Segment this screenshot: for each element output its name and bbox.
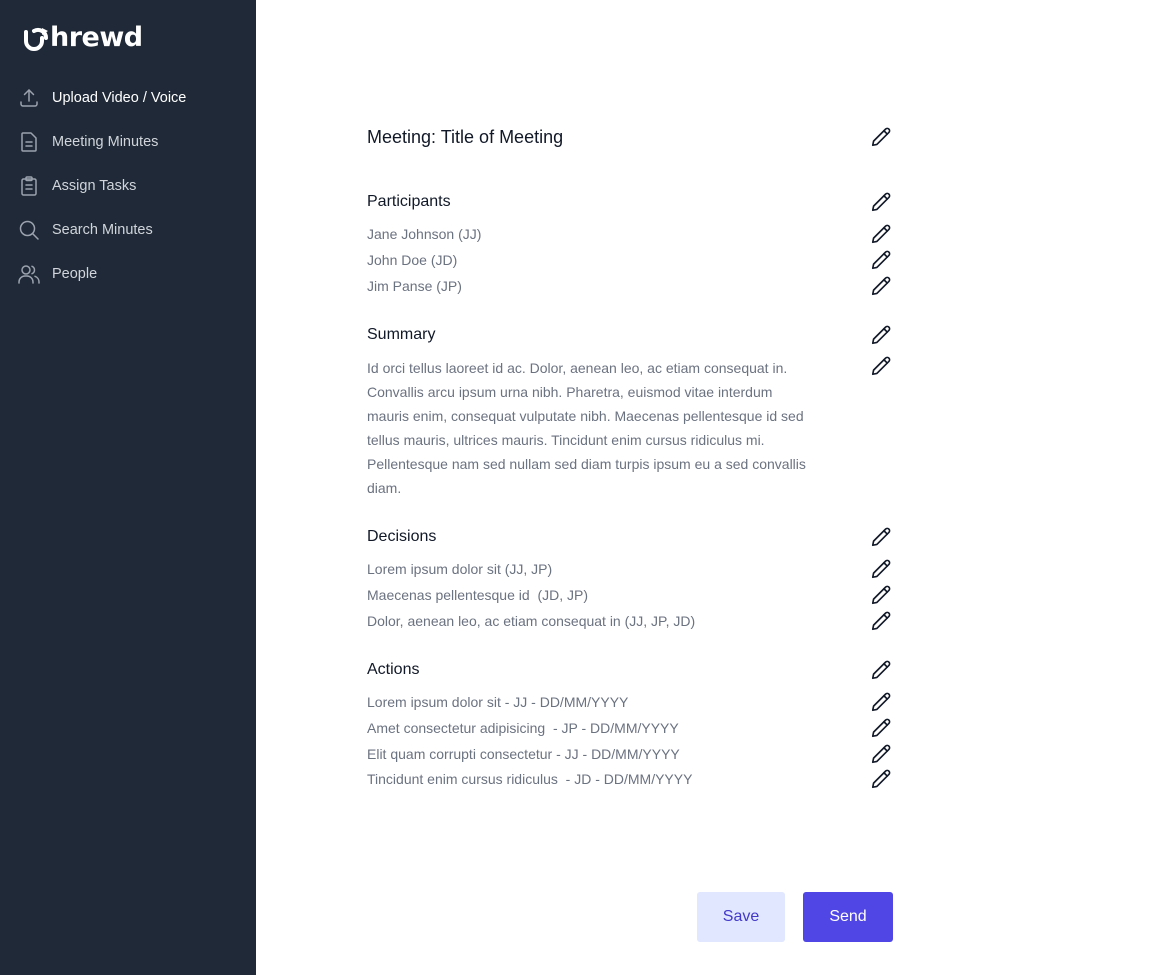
save-button[interactable]: Save [697, 892, 785, 942]
pencil-icon [871, 660, 891, 680]
pencil-icon [871, 744, 891, 764]
edit-decisions-button[interactable] [870, 526, 892, 548]
action-text: Tincidunt enim cursus ridiculus - JD - D… [367, 771, 693, 787]
logo-mark-icon [24, 27, 49, 51]
sidebar-item-meeting-minutes[interactable]: Meeting Minutes [16, 122, 240, 162]
participants-heading: Participants [367, 193, 451, 210]
sidebar-item-search-minutes[interactable]: Search Minutes [16, 210, 240, 250]
action-text: Elit quam corrupti consectetur - JJ - DD… [367, 746, 680, 762]
participant-name: John Doe (JD) [367, 252, 458, 268]
pencil-icon [871, 769, 891, 789]
list-item: Jim Panse (JP) [367, 278, 893, 296]
list-item: Tincidunt enim cursus ridiculus - JD - D… [367, 771, 893, 789]
decisions-heading: Decisions [367, 528, 437, 545]
edit-participant-button[interactable] [870, 223, 892, 245]
meeting-title: Meeting: Title of Meeting [367, 127, 564, 147]
list-item: Elit quam corrupti consectetur - JJ - DD… [367, 746, 893, 764]
sidebar-item-label: Assign Tasks [52, 178, 137, 194]
participants-heading-row: Participants [367, 193, 893, 211]
decision-text: Maecenas pellentesque id (JD, JP) [367, 587, 588, 603]
list-item: John Doe (JD) [367, 252, 893, 270]
participant-name: Jim Panse (JP) [367, 278, 462, 294]
edit-decision-button[interactable] [870, 610, 892, 632]
list-item: Jane Johnson (JJ) [367, 226, 893, 244]
summary-heading-row: Summary [367, 326, 893, 344]
edit-title-button[interactable] [870, 126, 892, 148]
action-text: Amet consectetur adipisicing - JP - DD/M… [367, 720, 679, 736]
meeting-title-row: Meeting: Title of Meeting [367, 127, 893, 148]
send-button[interactable]: Send [803, 892, 893, 942]
edit-decision-button[interactable] [870, 558, 892, 580]
sidebar: hrewd Upload Video / Voice Meeting Minut… [0, 0, 256, 975]
sidebar-item-label: People [52, 266, 98, 282]
action-text: Lorem ipsum dolor sit - JJ - DD/MM/YYYY [367, 694, 629, 710]
list-item: Lorem ipsum dolor sit - JJ - DD/MM/YYYY [367, 694, 893, 712]
sidebar-item-label: Meeting Minutes [52, 134, 159, 150]
pencil-icon [871, 611, 891, 631]
summary-heading: Summary [367, 326, 436, 343]
edit-participant-button[interactable] [870, 249, 892, 271]
participant-name: Jane Johnson (JJ) [367, 226, 482, 242]
edit-participants-button[interactable] [870, 191, 892, 213]
pencil-icon [871, 250, 891, 270]
edit-summary-button[interactable] [870, 355, 892, 377]
decision-text: Dolor, aenean leo, ac etiam consequat in… [367, 613, 696, 629]
people-icon [18, 265, 40, 284]
decision-text: Lorem ipsum dolor sit (JJ, JP) [367, 561, 553, 577]
pencil-icon [871, 356, 891, 376]
edit-action-button[interactable] [870, 717, 892, 739]
edit-action-button[interactable] [870, 743, 892, 765]
summary-row: Id orci tellus laoreet id ac. Dolor, aen… [367, 356, 893, 500]
sidebar-item-label: Upload Video / Voice [52, 90, 187, 106]
sidebar-nav: Upload Video / Voice Meeting Minutes Ass… [16, 78, 240, 298]
document-icon [21, 132, 37, 152]
logo-text: hrewd [50, 22, 143, 53]
pencil-icon [871, 325, 891, 345]
edit-participant-button[interactable] [870, 275, 892, 297]
sidebar-item-label: Search Minutes [52, 222, 153, 238]
actions-heading: Actions [367, 661, 420, 678]
pencil-icon [871, 692, 891, 712]
sidebar-item-assign-tasks[interactable]: Assign Tasks [16, 166, 240, 206]
clipboard-icon [21, 176, 37, 196]
edit-summary-heading-button[interactable] [870, 324, 892, 346]
list-item: Dolor, aenean leo, ac etiam consequat in… [367, 613, 893, 631]
pencil-icon [871, 127, 891, 147]
upload-icon [20, 89, 38, 107]
pencil-icon [871, 224, 891, 244]
sidebar-item-upload[interactable]: Upload Video / Voice [16, 78, 240, 118]
list-item: Lorem ipsum dolor sit (JJ, JP) [367, 561, 893, 579]
pencil-icon [871, 527, 891, 547]
list-item: Maecenas pellentesque id (JD, JP) [367, 587, 893, 605]
search-icon [19, 220, 39, 240]
edit-action-button[interactable] [870, 768, 892, 790]
app-logo[interactable]: hrewd [22, 22, 143, 53]
edit-action-button[interactable] [870, 691, 892, 713]
summary-text: Id orci tellus laoreet id ac. Dolor, aen… [367, 360, 806, 496]
actions-heading-row: Actions [367, 661, 893, 679]
pencil-icon [871, 192, 891, 212]
pencil-icon [871, 718, 891, 738]
sidebar-item-people[interactable]: People [16, 254, 240, 294]
edit-actions-button[interactable] [870, 659, 892, 681]
pencil-icon [871, 276, 891, 296]
decisions-heading-row: Decisions [367, 528, 893, 546]
pencil-icon [871, 585, 891, 605]
list-item: Amet consectetur adipisicing - JP - DD/M… [367, 720, 893, 738]
pencil-icon [871, 559, 891, 579]
edit-decision-button[interactable] [870, 584, 892, 606]
